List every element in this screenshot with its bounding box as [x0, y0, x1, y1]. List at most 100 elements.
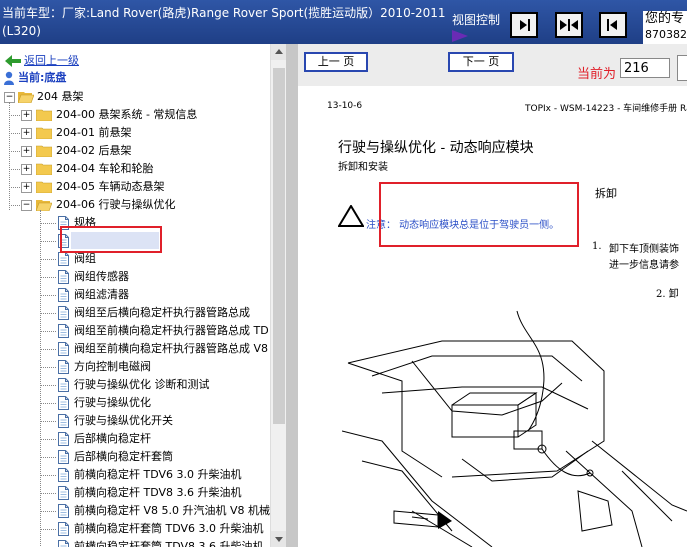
view-control-label: 视图控制 [452, 13, 501, 27]
selected-item-highlight-box [60, 226, 162, 253]
document-icon [58, 342, 69, 356]
page-go-button[interactable] [677, 55, 687, 81]
document-icon [58, 288, 69, 302]
current-location: 当前:底盘 [3, 69, 123, 87]
show-left-panel-button[interactable] [510, 12, 538, 38]
tree-connector-line [40, 277, 56, 278]
tree-root-204[interactable]: −204 悬架 [0, 88, 260, 106]
folder-icon [36, 145, 52, 157]
back-link[interactable]: 返回上一级 [5, 52, 125, 70]
document-icon [58, 504, 69, 518]
vehicle-title: 当前车型：厂家:Land Rover(路虎)Range Rover Sport(… [2, 6, 446, 38]
tree-connector-line [9, 205, 20, 206]
tree-connector-line [9, 151, 20, 152]
doc-subtitle: 拆卸和安装 [338, 162, 388, 173]
tree-connector-line [40, 421, 56, 422]
tree-connector-line [40, 367, 56, 368]
tree-folder-label: 204-04 车轮和轮胎 [56, 162, 154, 175]
navigation-tree-panel: 返回上一级 当前:底盘 −204 悬架 +204-00 悬架系统 - 常规信息 +2… [0, 44, 286, 547]
tree-connector-line [40, 349, 56, 350]
tree-doc-label: 行驶与操纵优化 [74, 396, 151, 409]
tree-folder-label: 204-06 行驶与操纵优化 [56, 198, 176, 211]
tree-folder-204-01[interactable]: +204-01 前悬架 [0, 124, 265, 142]
document-icon [58, 486, 69, 500]
tree-doc-label: 前横向稳定杆套筒 TDV6 3.0 升柴油机 [74, 522, 264, 535]
caution-highlight-box [379, 182, 579, 247]
expand-toggle-icon[interactable]: + [21, 182, 32, 193]
tree-doc-label: 前横向稳定杆 TDV6 3.0 升柴油机 [74, 468, 242, 481]
tree-connector-line [40, 475, 56, 476]
expand-toggle-icon[interactable]: + [21, 164, 32, 175]
scroll-down-button[interactable] [271, 531, 286, 547]
collapse-toggle-icon[interactable]: − [21, 200, 32, 211]
tree-doc-label: 前横向稳定杆套筒 TDV8 3.6 升柴油机 [74, 540, 264, 547]
tree-connector-line [40, 295, 56, 296]
next-page-button[interactable]: 下一 页 [448, 52, 514, 72]
split-arrows-icon [560, 19, 578, 31]
step-1-line-2: 进一步信息请参 [609, 260, 679, 271]
doc-header: TOPIx - WSM-14223 - 车间维修手册 Rang [525, 104, 687, 114]
back-link-label: 返回上一级 [24, 54, 79, 67]
tree-folder-label: 204-00 悬架系统 - 常规信息 [56, 108, 198, 121]
tree-doc-label: 行驶与操纵优化 诊断和测试 [74, 378, 210, 391]
tree-folder-label: 204-01 前悬架 [56, 126, 132, 139]
step-2-text: 2. 卸 [656, 289, 679, 300]
tree-connector-line [9, 187, 20, 188]
tree-connector-line [40, 457, 56, 458]
tree-doc-label: 阀组至前横向稳定杆执行器管路总成 V8 [74, 342, 269, 355]
scroll-thumb[interactable] [273, 68, 285, 424]
prev-page-button[interactable]: 上一 页 [304, 52, 368, 72]
tree-doc-label: 方向控制电磁阀 [74, 360, 151, 373]
help-info-box: 您的专 870382 [643, 11, 687, 44]
document-panel: 上一 页 下一 页 当前为 216 13-10-6 TOPIx - WSM-14… [298, 44, 687, 547]
panel-right-arrow-icon [520, 19, 530, 31]
step-1-number: 1. [592, 241, 602, 252]
tree-folder-label: 204-05 车辆动态悬架 [56, 180, 165, 193]
show-right-panel-button[interactable] [599, 12, 627, 38]
document-icon [58, 522, 69, 536]
scroll-down-arrow-icon [275, 537, 283, 542]
document-icon [58, 468, 69, 482]
document-icon [58, 432, 69, 446]
tree-doc-label: 前横向稳定杆 TDV8 3.6 升柴油机 [74, 486, 242, 499]
tree-folder-204-04[interactable]: +204-04 车轮和轮胎 [0, 160, 265, 178]
tree-connector-line [40, 210, 41, 547]
help-number: 870382 [645, 28, 687, 41]
tree-folder-204-05[interactable]: +204-05 车辆动态悬架 [0, 178, 265, 196]
expand-toggle-icon[interactable]: + [21, 110, 32, 121]
tree-connector-line [40, 223, 56, 224]
panel-splitter[interactable] [286, 44, 298, 547]
tree-connector-line [9, 169, 20, 170]
step-1-line-1: 卸下车顶侧装饰 [609, 244, 679, 255]
tree-folder-label: 204-02 后悬架 [56, 144, 132, 157]
doc-date: 13-10-6 [327, 101, 363, 111]
tree-doc-label: 阀组传感器 [74, 270, 129, 283]
page-number-input[interactable]: 216 [620, 58, 670, 78]
tree-connector-line [40, 493, 56, 494]
expand-toggle-icon[interactable]: + [21, 146, 32, 157]
tree-folder-204-02[interactable]: +204-02 后悬架 [0, 142, 265, 160]
folder-icon [36, 127, 52, 139]
tree-folder-204-00[interactable]: +204-00 悬架系统 - 常规信息 [0, 106, 265, 124]
document-icon [58, 360, 69, 374]
tree-root-label: 204 悬架 [37, 90, 84, 103]
tree-view: 返回上一级 当前:底盘 −204 悬架 +204-00 悬架系统 - 常规信息 +2… [0, 44, 270, 547]
document-icon [58, 414, 69, 428]
person-icon [4, 71, 14, 85]
folder-open-icon [36, 200, 52, 211]
doc-removal-heading: 拆卸 [595, 187, 617, 200]
split-panel-button[interactable] [555, 12, 583, 38]
expand-toggle-icon[interactable]: + [21, 128, 32, 139]
scroll-up-button[interactable] [271, 44, 286, 60]
tree-connector-line [40, 529, 56, 530]
document-icon [58, 378, 69, 392]
scroll-up-arrow-icon [275, 49, 283, 54]
view-control-arrow-icon [452, 30, 468, 42]
tree-connector-line [40, 403, 56, 404]
tree-connector-line [40, 331, 56, 332]
tree-connector-line [9, 115, 20, 116]
tree-doc-label: 前横向稳定杆 V8 5.0 升汽油机 V8 机械 [74, 504, 270, 517]
tree-scrollbar[interactable] [270, 44, 286, 547]
back-arrow-icon [5, 55, 21, 67]
tree-connector-line [40, 385, 56, 386]
